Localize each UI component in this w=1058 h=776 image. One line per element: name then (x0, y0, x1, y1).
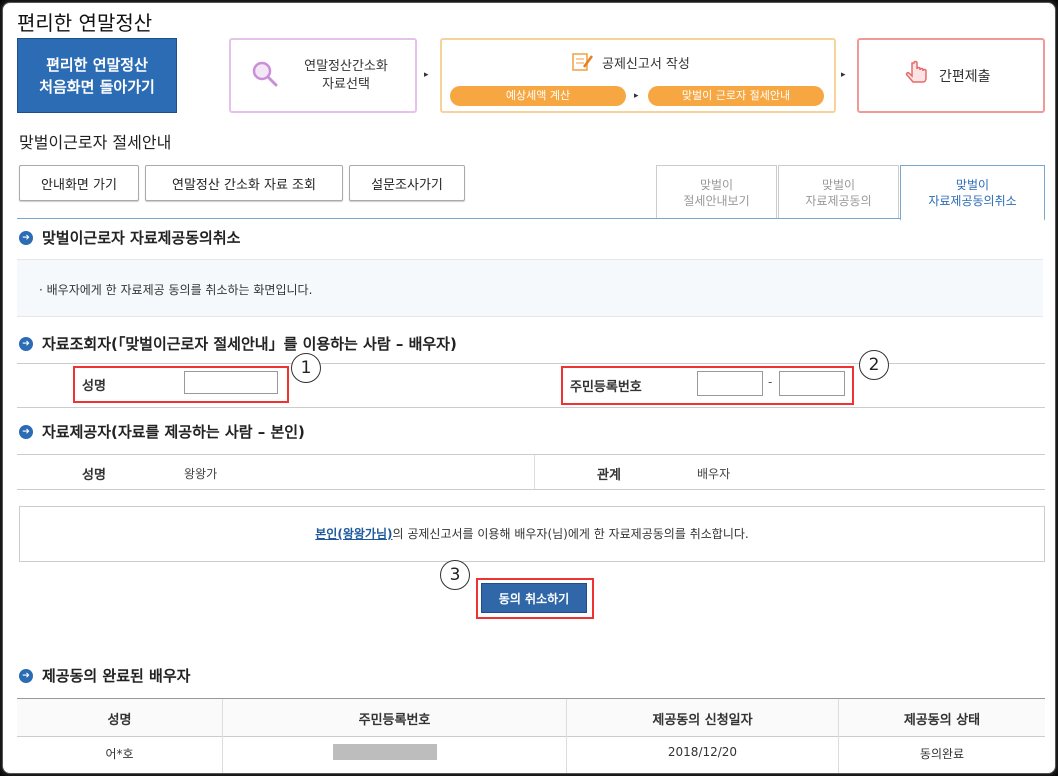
info-box: 본인(왕왕가님)의 공제신고서를 이용해 배우자(님)에게 한 자료제공동의를 … (19, 506, 1045, 562)
viewer-name-label: 성명 (82, 379, 106, 394)
form-edit-icon (572, 53, 594, 71)
tab-data-consent[interactable]: 맞벌이 자료제공동의 (778, 165, 899, 219)
section-cancel-title: ➔ 맞벌이근로자 자료제공동의취소 (19, 227, 240, 248)
section-completed-title-text: 제공동의 완료된 배우자 (42, 667, 191, 685)
row-status: 동의완료 (919, 747, 965, 761)
step2-title: 공제신고서 작성 (602, 57, 690, 72)
back-button-line1: 편리한 연말정산 (46, 55, 148, 74)
back-button-line2: 처음화면 돌아가기 (39, 77, 155, 96)
annotation-circle-2: 2 (859, 350, 889, 380)
provider-top-rule (17, 454, 1045, 455)
annotation-circle-3: 3 (440, 560, 470, 590)
info-text: 본인(왕왕가님)의 공제신고서를 이용해 배우자(님)에게 한 자료제공동의를 … (20, 525, 1044, 542)
table-header-rule (17, 736, 1045, 737)
tab-tax-guide[interactable]: 맞벌이 절세안내보기 (656, 165, 777, 219)
arrow-bullet-icon: ➔ (19, 424, 33, 439)
survey-button[interactable]: 설문조사가기 (349, 165, 465, 201)
cancel-consent-button[interactable]: 동의 취소하기 (481, 583, 587, 613)
col-header-date: 제공동의 신청일자 (652, 713, 753, 728)
section-provider-title-text: 자료제공자(자료를 제공하는 사람 – 본인) (42, 423, 305, 441)
hand-pointer-icon (905, 60, 927, 83)
page-title: 맞벌이근로자 절세안내 (19, 133, 172, 152)
col-header-ssn: 주민등록번호 (358, 713, 431, 728)
col-header-name: 성명 (107, 713, 132, 728)
app-window: 편리한 연말정산 편리한 연말정산 처음화면 돌아가기 연말정산간소화 자료선택… (2, 2, 1056, 774)
annotation-circle-1: 1 (291, 353, 321, 383)
viewer-top-rule (17, 363, 1045, 364)
step-arrow-icon: ▸ (424, 70, 429, 80)
provider-name-value: 왕왕가 (184, 467, 218, 481)
arrow-bullet-icon: ➔ (19, 230, 33, 245)
self-link[interactable]: 본인(왕왕가님) (315, 527, 392, 541)
viewer-bottom-rule (17, 407, 1045, 408)
section-completed-title: ➔ 제공동의 완료된 배우자 (19, 665, 190, 686)
spouse-name-input[interactable] (184, 371, 278, 394)
back-to-start-button[interactable]: 편리한 연말정산 처음화면 돌아가기 (17, 38, 177, 113)
step-deduction-form: 공제신고서 작성 예상세액 계산 ▸ 맞벌이 근로자 절세안내 (440, 38, 836, 113)
arrow-bullet-icon: ➔ (19, 668, 33, 683)
provider-relation-label: 관계 (597, 468, 621, 483)
simplified-data-button[interactable]: 연말정산 간소화 자료 조회 (145, 165, 343, 201)
step3-label: 간편제출 (939, 69, 991, 85)
info-rest-text: 의 공제신고서를 이용해 배우자(님)에게 한 자료제공동의를 취소합니다. (392, 527, 749, 541)
provider-name-label: 성명 (82, 468, 106, 483)
dual-income-guide-pill[interactable]: 맞벌이 근로자 절세안내 (648, 86, 824, 106)
step-simple-submit[interactable]: 간편제출 (857, 38, 1045, 113)
viewer-ssn-label: 주민등록번호 (570, 380, 642, 395)
step-arrow-icon: ▸ (841, 70, 846, 80)
row-name: 어*호 (105, 747, 134, 761)
provider-divider (534, 455, 535, 489)
section-viewer-title-text: 자료조회자(「맞벌이근로자 절세안내」를 이용하는 사람 – 배우자) (42, 335, 457, 353)
provider-bottom-rule (17, 489, 1045, 490)
magnifier-icon (252, 61, 278, 87)
step1-label: 연말정산간소화 자료선택 (304, 59, 388, 92)
section-cancel-title-text: 맞벌이근로자 자료제공동의취소 (42, 229, 241, 247)
tab-consent-cancel[interactable]: 맞벌이 자료제공동의취소 (900, 165, 1045, 221)
ssn-back-input[interactable] (779, 371, 845, 396)
ssn-dash: - (768, 375, 773, 389)
pill-arrow-icon: ▸ (634, 91, 639, 101)
provider-relation-value: 배우자 (697, 467, 731, 481)
arrow-bullet-icon: ➔ (19, 336, 33, 351)
app-title: 편리한 연말정산 (17, 11, 153, 35)
tax-estimate-pill[interactable]: 예상세액 계산 (450, 86, 626, 106)
notice-text-body: 배우자에게 한 자료제공 동의를 취소하는 화면입니다. (46, 283, 313, 297)
guide-screen-button[interactable]: 안내화면 가기 (19, 165, 139, 201)
step-select-data[interactable]: 연말정산간소화 자료선택 (229, 38, 417, 113)
section-provider-title: ➔ 자료제공자(자료를 제공하는 사람 – 본인) (19, 421, 305, 442)
section-viewer-title: ➔ 자료조회자(「맞벌이근로자 절세안내」를 이용하는 사람 – 배우자) (19, 333, 457, 354)
notice-box: · 배우자에게 한 자료제공 동의를 취소하는 화면입니다. (17, 259, 1043, 317)
tab-baseline (17, 218, 900, 219)
ssn-redacted-block (333, 744, 437, 760)
ssn-front-input[interactable] (697, 371, 763, 396)
col-header-status: 제공동의 상태 (903, 713, 981, 728)
notice-text: · 배우자에게 한 자료제공 동의를 취소하는 화면입니다. (39, 283, 313, 297)
row-date: 2018/12/20 (667, 745, 738, 759)
